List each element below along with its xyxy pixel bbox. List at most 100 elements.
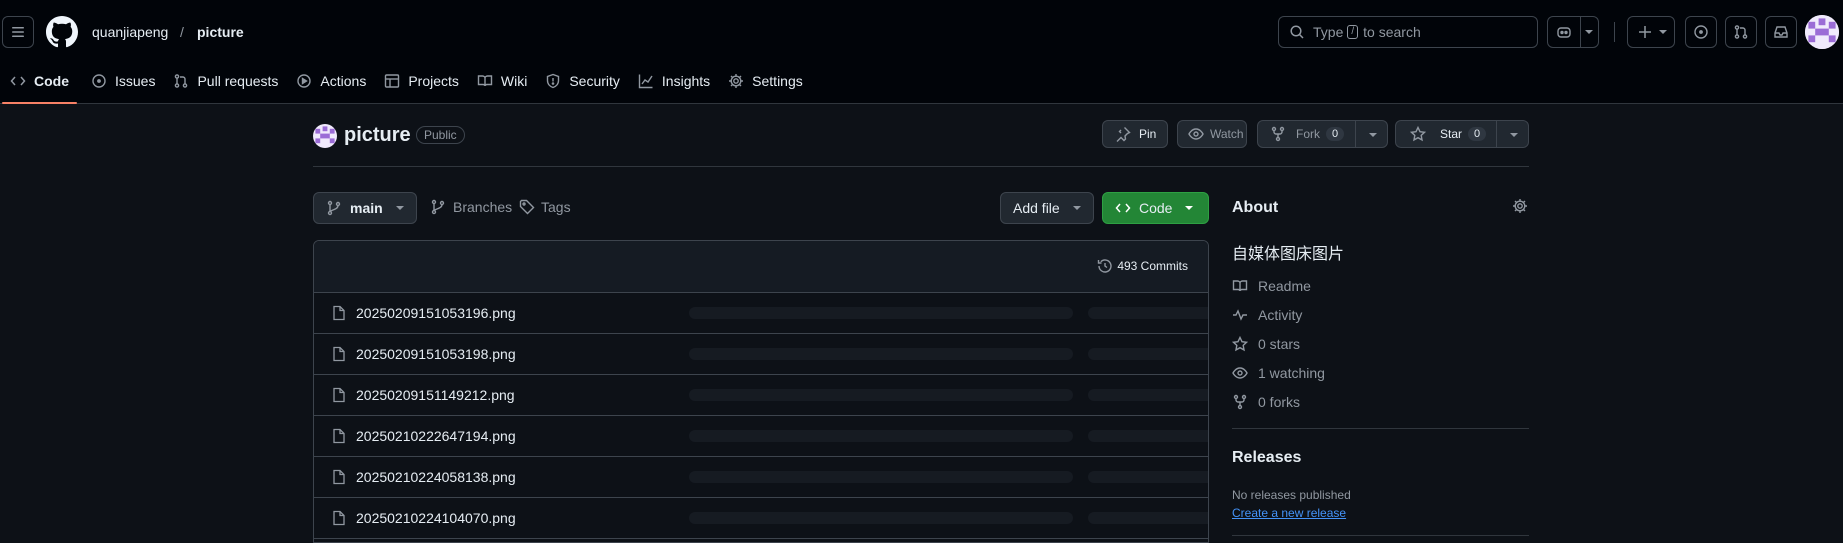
star-label: Star bbox=[1440, 127, 1463, 141]
forks-label: 0 forks bbox=[1258, 394, 1301, 410]
search-prefix: Type bbox=[1313, 24, 1344, 40]
commit-message-placeholder bbox=[689, 430, 1073, 442]
commit-message-placeholder bbox=[689, 307, 1073, 319]
tags-label: Tags bbox=[541, 199, 571, 215]
fork-button[interactable]: Fork 0 bbox=[1257, 120, 1388, 148]
repo-header-divider bbox=[313, 166, 1529, 167]
commits-link[interactable]: 493 Commits bbox=[1097, 258, 1188, 274]
owner-link[interactable]: quanjiapeng bbox=[92, 24, 168, 40]
star-icon bbox=[1232, 336, 1248, 352]
gear-icon bbox=[1513, 199, 1527, 213]
code-icon bbox=[10, 76, 26, 86]
commit-message-placeholder bbox=[689, 512, 1073, 524]
chevron-down-icon bbox=[1072, 206, 1081, 210]
sidebar-divider bbox=[1232, 535, 1529, 536]
file-name[interactable]: 20250209151053198.png bbox=[356, 346, 516, 362]
forks-link[interactable]: 0 forks bbox=[1232, 394, 1300, 410]
tab-label: Code bbox=[34, 73, 69, 89]
watch-label: Watch bbox=[1210, 127, 1244, 141]
chevron-down-icon bbox=[1585, 30, 1593, 34]
search-icon bbox=[1290, 25, 1304, 39]
pull-request-icon bbox=[1734, 25, 1748, 39]
fork-count: 0 bbox=[1326, 127, 1345, 141]
tab-label: Pull requests bbox=[197, 73, 279, 89]
menu-button[interactable] bbox=[2, 16, 34, 48]
star-button[interactable]: Star 0 bbox=[1395, 120, 1529, 148]
file-row[interactable]: 20250210222647194.png bbox=[314, 416, 1208, 457]
commit-date-placeholder bbox=[1088, 307, 1208, 319]
file-name[interactable]: 20250210222647194.png bbox=[356, 428, 516, 444]
eye-icon bbox=[1188, 128, 1204, 140]
activity-link[interactable]: Activity bbox=[1232, 307, 1302, 323]
code-icon bbox=[1115, 203, 1131, 213]
create-release-link[interactable]: Create a new release bbox=[1232, 506, 1346, 520]
file-row[interactable]: 20250209151053196.png bbox=[314, 293, 1208, 334]
repo-link[interactable]: picture bbox=[197, 24, 244, 40]
pin-button[interactable]: Pin bbox=[1102, 120, 1168, 148]
github-logo-icon[interactable] bbox=[46, 16, 78, 48]
fork-icon bbox=[1233, 394, 1247, 410]
commits-count: 493 Commits bbox=[1117, 259, 1188, 273]
table-icon bbox=[385, 74, 400, 88]
issue-icon bbox=[92, 74, 106, 88]
file-icon bbox=[333, 305, 345, 321]
gear-icon bbox=[729, 74, 744, 88]
add-file-label: Add file bbox=[1013, 200, 1060, 216]
create-new-button[interactable] bbox=[1627, 16, 1675, 48]
repo-title[interactable]: picture bbox=[344, 124, 411, 147]
tab-pull-requests[interactable]: Pull requests bbox=[165, 65, 286, 97]
tab-wiki[interactable]: Wiki bbox=[469, 65, 535, 97]
activity-label: Activity bbox=[1258, 307, 1303, 323]
eye-icon bbox=[1232, 367, 1248, 379]
file-row[interactable]: 20250209151053198.png bbox=[314, 334, 1208, 375]
issues-button[interactable] bbox=[1685, 16, 1717, 48]
code-button[interactable]: Code bbox=[1102, 192, 1209, 224]
graph-icon bbox=[638, 74, 653, 89]
releases-heading[interactable]: Releases bbox=[1232, 449, 1301, 467]
commit-message-placeholder bbox=[689, 348, 1073, 360]
file-name[interactable]: 20250209151053196.png bbox=[356, 305, 516, 321]
tab-code[interactable]: Code bbox=[2, 65, 77, 104]
copilot-icon bbox=[1557, 27, 1571, 38]
inbox-icon bbox=[1774, 26, 1788, 38]
tab-security[interactable]: Security bbox=[537, 65, 628, 97]
copilot-button[interactable] bbox=[1547, 16, 1599, 48]
pin-label: Pin bbox=[1139, 127, 1157, 141]
branch-icon bbox=[327, 200, 341, 216]
tab-actions[interactable]: Actions bbox=[288, 65, 374, 97]
add-file-button[interactable]: Add file bbox=[1000, 192, 1094, 224]
avatar[interactable] bbox=[1805, 15, 1839, 49]
inbox-button[interactable] bbox=[1765, 16, 1797, 48]
readme-link[interactable]: Readme bbox=[1232, 278, 1311, 294]
file-name[interactable]: 20250210224058138.png bbox=[356, 469, 516, 485]
watch-button[interactable]: Watch bbox=[1177, 120, 1247, 148]
search-input[interactable]: Type / to search bbox=[1278, 16, 1538, 48]
readme-label: Readme bbox=[1258, 278, 1311, 294]
file-row[interactable]: 20250209151149212.png bbox=[314, 375, 1208, 416]
tags-link[interactable]: Tags bbox=[519, 199, 571, 215]
pull-requests-button[interactable] bbox=[1725, 16, 1757, 48]
file-icon bbox=[333, 387, 345, 403]
file-name[interactable]: 20250209151149212.png bbox=[356, 387, 515, 403]
tab-projects[interactable]: Projects bbox=[376, 65, 467, 97]
tab-label: Projects bbox=[408, 73, 459, 89]
watching-link[interactable]: 1 watching bbox=[1232, 365, 1325, 381]
file-name[interactable]: 20250210224104070.png bbox=[356, 510, 516, 526]
header-divider bbox=[1614, 22, 1615, 42]
global-header: quanjiapeng / picture Type / to search C… bbox=[0, 0, 1843, 104]
branches-link[interactable]: Branches bbox=[430, 199, 512, 215]
about-settings-button[interactable] bbox=[1512, 198, 1528, 214]
file-row[interactable]: 20250210224058138.png bbox=[314, 457, 1208, 498]
chevron-down-icon bbox=[1659, 30, 1667, 34]
tab-insights[interactable]: Insights bbox=[630, 65, 718, 97]
tab-issues[interactable]: Issues bbox=[83, 65, 163, 97]
file-row[interactable]: 20250210224104070.png bbox=[314, 498, 1208, 539]
book-icon bbox=[1232, 280, 1248, 292]
repo-nav-tabs: Code Issues Pull requests Actions Projec… bbox=[0, 65, 811, 104]
file-list-header: 493 Commits bbox=[314, 241, 1208, 293]
stars-link[interactable]: 0 stars bbox=[1232, 336, 1300, 352]
tab-settings[interactable]: Settings bbox=[720, 65, 811, 97]
commit-date-placeholder bbox=[1088, 512, 1208, 524]
branch-selector[interactable]: main bbox=[313, 192, 417, 224]
pin-icon bbox=[1116, 127, 1131, 142]
